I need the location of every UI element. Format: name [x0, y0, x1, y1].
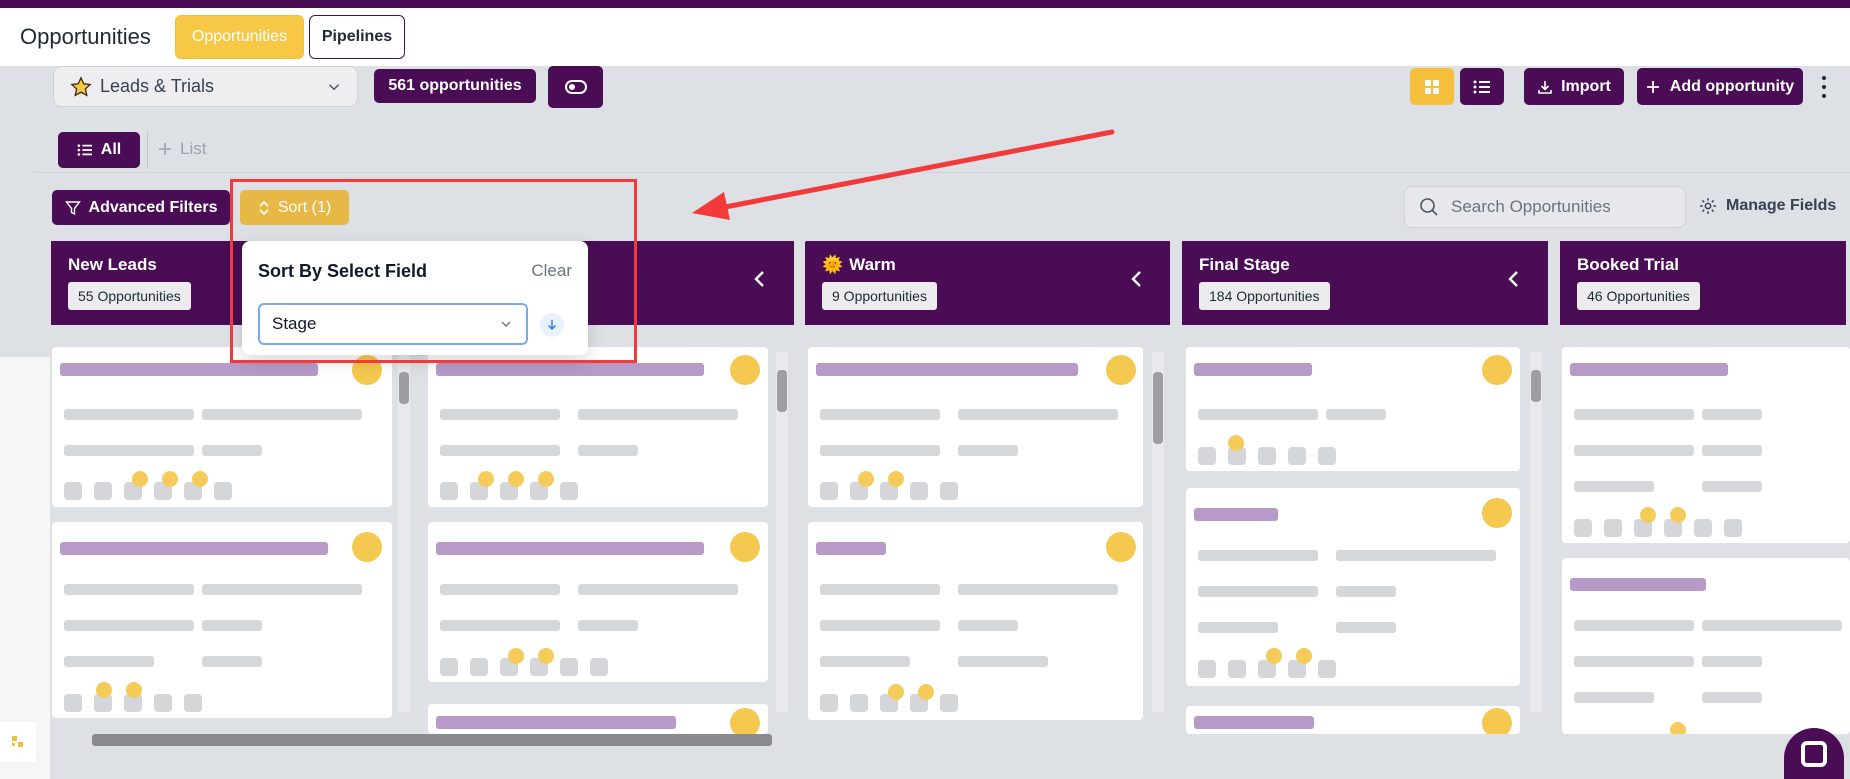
opportunity-card[interactable]	[1186, 347, 1520, 471]
column-title: Final Stage	[1199, 255, 1290, 274]
annotation-highlight-box	[230, 179, 637, 363]
scroll-thumb[interactable]	[777, 370, 787, 412]
opportunity-card[interactable]	[52, 522, 392, 718]
column-count-badge: 9 Opportunities	[822, 282, 937, 310]
list-icon	[77, 144, 92, 156]
chevron-left-icon[interactable]	[1504, 267, 1524, 291]
import-button[interactable]: Import	[1524, 68, 1624, 105]
column-title: New Leads	[68, 255, 157, 274]
chat-widget-button[interactable]	[1784, 728, 1844, 779]
all-view-label: All	[100, 141, 122, 158]
manage-fields-button[interactable]: Manage Fields	[1698, 196, 1836, 216]
opportunity-card[interactable]	[1186, 488, 1520, 686]
left-gutter	[0, 357, 50, 779]
column-count-badge: 46 Opportunities	[1577, 282, 1700, 310]
side-widget[interactable]	[0, 722, 36, 762]
add-opportunity-label: Add opportunity	[1669, 77, 1795, 95]
column-notch	[1170, 241, 1182, 253]
add-list-label: List	[180, 139, 207, 158]
column-header-warm: 🌞 Warm 9 Opportunities	[805, 241, 1170, 325]
list-icon	[1473, 80, 1490, 93]
star-icon	[70, 75, 92, 97]
chevron-down-icon	[328, 84, 340, 91]
annotation-arrow-icon	[692, 129, 1115, 220]
grid-view-button[interactable]	[1410, 68, 1454, 105]
plus-icon	[159, 143, 171, 155]
column-count-badge: 55 Opportunities	[68, 282, 191, 310]
opportunity-card[interactable]	[52, 347, 392, 507]
scroll-thumb[interactable]	[1153, 372, 1163, 444]
advanced-filters-button[interactable]: Advanced Filters	[52, 190, 230, 225]
toggle-icon	[564, 80, 587, 94]
search-input[interactable]: Search Opportunities	[1404, 186, 1686, 228]
chat-icon	[1801, 740, 1827, 767]
advanced-filters-label: Advanced Filters	[88, 198, 218, 216]
grid-icon	[1425, 79, 1439, 94]
column-scrollbar[interactable]	[398, 352, 410, 712]
search-icon	[1420, 198, 1438, 216]
chevron-left-icon[interactable]	[750, 267, 770, 291]
add-opportunity-button[interactable]: Add opportunity	[1637, 68, 1803, 105]
import-label: Import	[1561, 77, 1611, 95]
filter-icon	[64, 200, 81, 215]
scroll-thumb[interactable]	[399, 372, 409, 404]
download-icon	[1538, 80, 1552, 94]
pipeline-select[interactable]: Leads & Trials	[53, 66, 358, 107]
column-notch	[1548, 241, 1560, 253]
opportunity-card[interactable]	[428, 522, 768, 682]
list-view-button[interactable]	[1460, 68, 1504, 105]
column-title: Booked Trial	[1577, 255, 1680, 274]
gear-icon	[1700, 198, 1716, 214]
opportunity-card[interactable]	[1562, 558, 1850, 734]
column-count-badge: 184 Opportunities	[1199, 282, 1330, 310]
more-options-icon[interactable]	[1818, 72, 1830, 102]
pipeline-select-value: Leads & Trials	[100, 76, 215, 96]
all-view-button[interactable]: All	[58, 132, 140, 168]
opportunity-count-badge: 561 opportunities	[374, 69, 536, 103]
opportunity-card[interactable]	[1186, 706, 1520, 734]
search-placeholder: Search Opportunities	[1451, 197, 1611, 216]
divider	[147, 131, 148, 169]
add-list-button[interactable]: List	[158, 139, 206, 159]
column-title: 🌞 Warm	[822, 255, 896, 274]
column-scrollbar[interactable]	[1530, 352, 1542, 712]
tab-pipelines[interactable]: Pipelines	[309, 15, 405, 59]
column-notch	[794, 241, 806, 253]
toggle-button[interactable]	[548, 66, 603, 108]
opportunity-card[interactable]	[1562, 347, 1850, 543]
column-header-final-stage: Final Stage 184 Opportunities	[1182, 241, 1548, 325]
top-accent-strip	[0, 0, 1850, 8]
plus-icon	[1646, 80, 1659, 93]
scroll-thumb[interactable]	[1531, 370, 1541, 402]
column-header-booked-trial: Booked Trial 46 Opportunities	[1560, 241, 1846, 325]
widget-icon	[12, 736, 23, 747]
chevron-left-icon[interactable]	[1127, 267, 1147, 291]
opportunity-card[interactable]	[428, 347, 768, 507]
opportunity-card[interactable]	[428, 704, 768, 734]
sun-icon: 🌞	[822, 255, 844, 274]
page-title: Opportunities	[20, 24, 151, 49]
opportunity-card[interactable]	[808, 347, 1143, 507]
opportunity-card[interactable]	[808, 522, 1143, 720]
tab-opportunities[interactable]: Opportunities	[175, 15, 304, 59]
board-horizontal-scrollbar[interactable]	[92, 734, 772, 746]
manage-fields-label: Manage Fields	[1726, 197, 1837, 214]
